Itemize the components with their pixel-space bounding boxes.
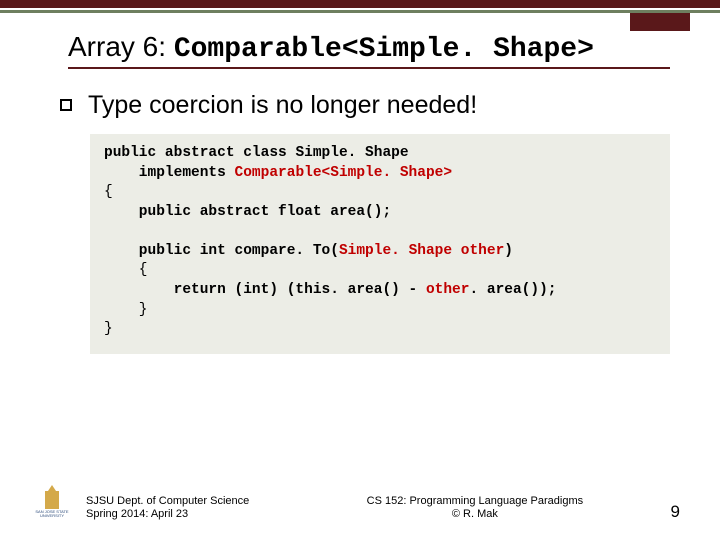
slide-title: Array 6: Comparable<Simple. Shape> (68, 31, 670, 69)
code-l10: } (104, 321, 113, 337)
footer-left: SJSU Dept. of Computer Science Spring 20… (86, 495, 249, 523)
top-stripe (0, 0, 720, 8)
code-l6a: public int compare. To( (104, 243, 339, 259)
footer-term: Spring 2014: April 23 (86, 508, 249, 522)
title-prefix: Array 6: (68, 31, 174, 62)
code-l1a: public abstract class (104, 145, 295, 161)
content-area: Type coercion is no longer needed! publi… (60, 91, 670, 354)
accent-block (630, 13, 690, 31)
code-block: public abstract class Simple. Shape impl… (90, 134, 670, 354)
code-l8c: . area()); (469, 282, 556, 298)
footer-dept: SJSU Dept. of Computer Science (86, 495, 249, 509)
code-l2b: Comparable<Simple. Shape> (235, 165, 453, 181)
footer-course: CS 152: Programming Language Paradigms (279, 495, 670, 509)
footer: SAN JOSE STATE UNIVERSITY SJSU Dept. of … (0, 486, 720, 522)
code-l9: } (104, 302, 148, 318)
code-l2a: implements (104, 165, 235, 181)
code-l6c: ) (504, 243, 513, 259)
footer-center: CS 152: Programming Language Paradigms ©… (279, 495, 670, 523)
code-l8a: return (int) (this. area() - (104, 282, 426, 298)
code-l3: { (104, 184, 113, 200)
code-l7: { (104, 262, 148, 278)
footer-copyright: © R. Mak (279, 508, 670, 522)
bullet-box-icon (60, 99, 72, 111)
bullet-text: Type coercion is no longer needed! (88, 91, 477, 120)
logo-text: SAN JOSE STATE UNIVERSITY (34, 510, 70, 518)
title-mono: Comparable<Simple. Shape> (174, 34, 594, 65)
sub-stripe (0, 10, 720, 13)
sjsu-logo-icon: SAN JOSE STATE UNIVERSITY (34, 486, 70, 522)
code-l4: public abstract float area(); (104, 204, 391, 220)
code-l8b: other (426, 282, 470, 298)
code-l6b: Simple. Shape other (339, 243, 504, 259)
code-l1b: Simple. Shape (295, 145, 408, 161)
bullet-row: Type coercion is no longer needed! (60, 91, 670, 120)
page-number: 9 (671, 502, 680, 522)
